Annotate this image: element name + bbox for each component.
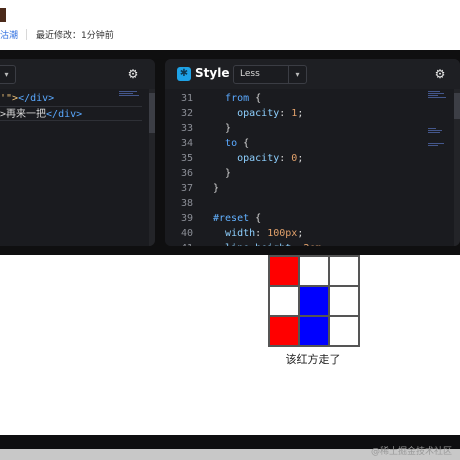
code-line[interactable]: >再来一把</div> (0, 106, 142, 121)
html-scrollbar[interactable] (149, 89, 155, 246)
code-token: ; (297, 108, 304, 119)
code-token: >再来一把 (0, 109, 47, 120)
line-number: 39 (180, 213, 193, 224)
line-number: 40 (180, 228, 193, 239)
board-cell[interactable] (329, 256, 359, 286)
turn-caption: 该红方走了 (285, 353, 341, 366)
board-cell[interactable] (269, 316, 299, 346)
code-token: 100px (267, 228, 298, 239)
divider (26, 29, 27, 40)
top-bar: 沽潮 最近修改：1分钟前 (0, 0, 460, 50)
style-title: Style (195, 66, 230, 80)
code-line[interactable]: 37} (165, 181, 425, 196)
code-text: to { (213, 136, 249, 151)
code-token: 2em (303, 243, 321, 246)
preprocessor-value: Less (240, 69, 260, 79)
line-number: 36 (180, 168, 193, 179)
watermark: @稀土掘金技术社区 (370, 447, 452, 457)
code-text: #reset { (213, 211, 261, 226)
code-token: ; (297, 228, 304, 239)
code-text: opacity: 1; (213, 106, 303, 121)
code-token: { (237, 138, 250, 149)
code-token: '"> (0, 93, 19, 104)
style-panel: ✱ Style Less ▾ ⚙ 31 from {32 opacity: 1;… (165, 59, 460, 246)
code-line[interactable]: 40 width: 100px; (165, 226, 425, 241)
code-line[interactable]: 33 } (165, 121, 425, 136)
code-token: : (291, 243, 303, 246)
code-text: } (213, 181, 219, 196)
code-line[interactable]: 31 from { (165, 91, 425, 106)
line-number: 33 (180, 123, 193, 134)
line-number: 32 (180, 108, 193, 119)
code-token: to (225, 138, 238, 149)
author-link[interactable]: 沽潮 (0, 28, 18, 41)
code-token: </div> (46, 109, 83, 120)
board-cell[interactable] (269, 286, 299, 316)
code-token: opacity (237, 108, 280, 119)
minimap[interactable] (428, 91, 448, 171)
line-number: 31 (180, 93, 193, 104)
code-token: { (249, 93, 262, 104)
style-scrollbar[interactable] (454, 89, 460, 246)
code-line[interactable]: 38 (165, 196, 425, 211)
code-line[interactable]: 39 #reset { (165, 211, 425, 226)
line-number: 41 (171, 241, 193, 246)
code-token: #reset (213, 213, 250, 224)
line-number: 34 (180, 138, 193, 149)
code-line[interactable]: 41 line-height: 2em; (165, 241, 425, 246)
code-token: { (249, 213, 262, 224)
code-token: } (213, 183, 220, 194)
board-cell[interactable] (329, 286, 359, 316)
line-number: 35 (180, 153, 193, 164)
preview-pane: 该红方走了 (0, 255, 460, 435)
board-cell[interactable] (269, 256, 299, 286)
board-cell[interactable] (299, 286, 329, 316)
gear-icon[interactable]: ⚙ (126, 67, 140, 81)
code-text: } (213, 121, 231, 136)
code-token: line-height (225, 243, 291, 246)
html-language-select[interactable]: ▾ (0, 65, 16, 84)
html-panel-header: ▾ ⚙ (0, 59, 155, 89)
code-text: opacity: 0; (213, 151, 303, 166)
chevron-down-icon: ▾ (0, 66, 15, 83)
html-panel: ▾ ⚙ '"></div> >再来一把</div> (0, 59, 155, 246)
code-token: </div> (18, 93, 55, 104)
board-cell[interactable] (329, 316, 359, 346)
code-text: } (213, 166, 231, 181)
code-token: opacity (237, 153, 280, 164)
code-token: : (279, 153, 292, 164)
code-token: width (225, 228, 256, 239)
code-token: ; (321, 243, 327, 246)
code-token: } (225, 123, 232, 134)
line-number: 38 (180, 198, 193, 209)
code-token: } (225, 168, 232, 179)
code-line[interactable]: 36 } (165, 166, 425, 181)
code-line[interactable]: 34 to { (165, 136, 425, 151)
last-modified: 最近修改：1分钟前 (36, 31, 114, 41)
code-text: '"></div> (0, 91, 54, 106)
line-number: 37 (180, 183, 193, 194)
code-token: : (279, 108, 292, 119)
code-line[interactable]: '"></div> (0, 91, 142, 106)
style-editor[interactable]: 31 from {32 opacity: 1; 33 } 34 to {35 opa… (165, 89, 460, 246)
board-cell[interactable] (299, 256, 329, 286)
code-text: >再来一把</div> (0, 107, 82, 122)
board-cell[interactable] (299, 316, 329, 346)
style-panel-header: ✱ Style Less ▾ ⚙ (165, 59, 460, 89)
code-text: width: 100px; (213, 226, 303, 241)
code-text: line-height: 2em; (213, 241, 327, 246)
chess-board (268, 255, 360, 347)
code-text: from { (213, 91, 261, 106)
html-editor[interactable]: '"></div> >再来一把</div> (0, 89, 155, 246)
code-token: ; (297, 153, 304, 164)
chevron-down-icon: ▾ (288, 66, 306, 83)
preprocessor-select[interactable]: Less ▾ (233, 65, 307, 84)
style-logo-icon: ✱ (177, 67, 191, 81)
code-line[interactable]: 35 opacity: 0; (165, 151, 425, 166)
gear-icon[interactable]: ⚙ (433, 67, 447, 81)
code-token: : (255, 228, 268, 239)
code-token: from (225, 93, 250, 104)
code-line[interactable]: 32 opacity: 1; (165, 106, 425, 121)
brand-mark (0, 8, 6, 22)
